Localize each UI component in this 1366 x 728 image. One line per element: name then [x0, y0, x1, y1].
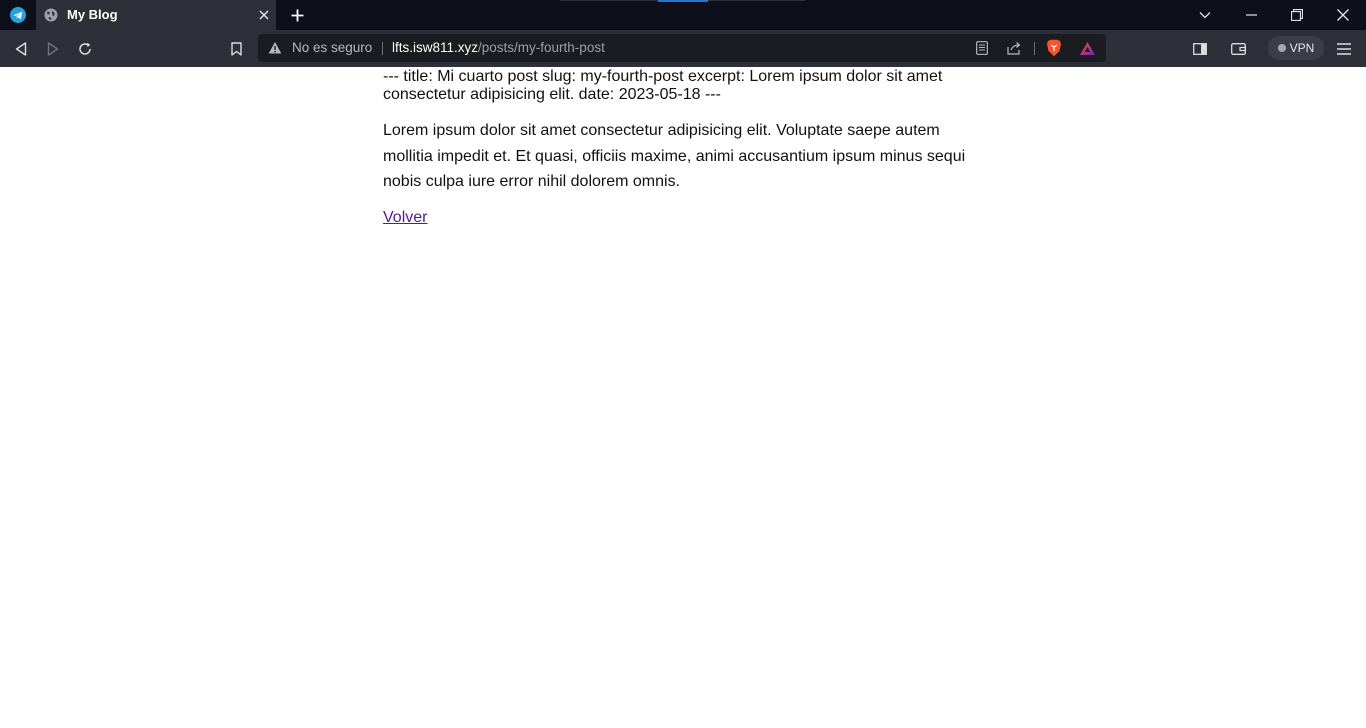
- back-link[interactable]: Volver: [383, 209, 427, 227]
- post-frontmatter: --- title: Mi cuarto post slug: my-fourt…: [383, 68, 943, 103]
- back-button[interactable]: [6, 30, 36, 67]
- close-icon: [259, 10, 269, 20]
- minimize-button[interactable]: [1228, 0, 1274, 30]
- vpn-status-dot: [1277, 44, 1286, 52]
- address-divider: [382, 42, 383, 55]
- close-window-button[interactable]: [1320, 0, 1366, 30]
- security-status-label[interactable]: No es seguro: [292, 34, 372, 62]
- hamburger-menu-icon: [1337, 42, 1351, 55]
- post-content: --- title: Mi cuarto post slug: my-fourt…: [383, 67, 983, 227]
- sidebar-toggle-button[interactable]: [1185, 30, 1215, 67]
- globe-icon: [44, 8, 58, 22]
- wallet-button[interactable]: [1223, 30, 1253, 67]
- url-host: lfts.isw811.xyz: [392, 40, 479, 55]
- tab-close-button[interactable]: [256, 0, 272, 30]
- tab-my-blog[interactable]: My Blog: [36, 0, 276, 30]
- telegram-icon: [10, 7, 26, 23]
- brave-lion-icon: [1047, 39, 1061, 57]
- browser-toolbar: No es seguro lfts.isw811.xyz/posts/my-fo…: [0, 30, 1366, 67]
- vpn-button[interactable]: VPN: [1268, 36, 1324, 60]
- tab-title: My Blog: [67, 7, 118, 22]
- tab-search-button[interactable]: [1182, 0, 1228, 30]
- url-text[interactable]: lfts.isw811.xyz/posts/my-fourth-post: [392, 34, 605, 62]
- warning-icon[interactable]: [268, 41, 282, 55]
- share-button[interactable]: [1002, 34, 1026, 62]
- plus-icon: [291, 9, 303, 21]
- share-icon: [1006, 42, 1020, 55]
- wallet-icon: [1230, 42, 1246, 55]
- vpn-label: VPN: [1289, 41, 1315, 55]
- pinned-tab-telegram[interactable]: [0, 0, 36, 30]
- main-menu-button[interactable]: [1329, 30, 1359, 67]
- forward-icon: [47, 41, 59, 56]
- bookmark-button[interactable]: [221, 30, 251, 67]
- brave-rewards-icon: [1079, 41, 1095, 55]
- tab-strip-accent: [658, 0, 708, 2]
- restore-icon: [1291, 9, 1303, 21]
- url-path: /posts/my-fourth-post: [478, 40, 605, 55]
- new-tab-button[interactable]: [286, 0, 308, 30]
- address-bar[interactable]: No es seguro lfts.isw811.xyz/posts/my-fo…: [258, 34, 1106, 62]
- reader-mode-button[interactable]: [970, 34, 994, 62]
- close-icon: [1337, 9, 1349, 21]
- reload-icon: [79, 42, 91, 55]
- address-icon-divider: [1034, 42, 1035, 55]
- restore-button[interactable]: [1274, 0, 1320, 30]
- reload-button[interactable]: [70, 30, 100, 67]
- chevron-down-icon: [1199, 12, 1211, 19]
- forward-button[interactable]: [38, 30, 68, 67]
- tab-strip: My Blog: [0, 0, 1366, 30]
- sidebar-icon: [1193, 42, 1207, 55]
- bookmark-icon: [230, 41, 242, 56]
- back-icon: [15, 41, 27, 56]
- post-body: Lorem ipsum dolor sit amet consectetur a…: [383, 122, 966, 191]
- brave-shields-button[interactable]: [1042, 34, 1066, 62]
- brave-rewards-button[interactable]: [1075, 34, 1099, 62]
- minimize-icon: [1245, 14, 1257, 16]
- reader-mode-icon: [976, 41, 988, 55]
